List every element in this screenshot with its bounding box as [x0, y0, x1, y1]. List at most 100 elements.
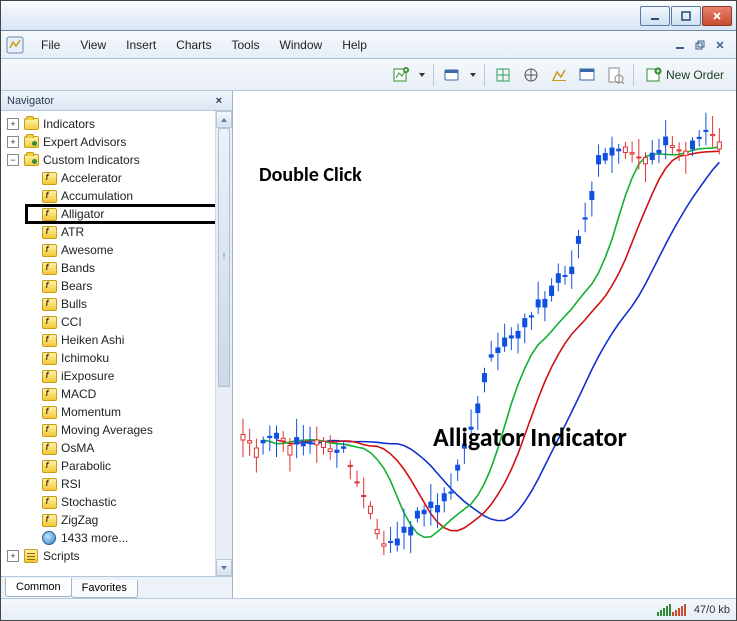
- tree-label: Expert Advisors: [43, 135, 126, 149]
- expand-icon[interactable]: +: [7, 136, 19, 148]
- tree-label: CCI: [61, 315, 82, 329]
- tree-node-indicator[interactable]: Momentum: [5, 403, 215, 421]
- window-maximize-button[interactable]: [671, 6, 701, 26]
- tree-label: Bands: [61, 261, 95, 275]
- indicator-icon: [41, 368, 57, 384]
- menu-file[interactable]: File: [31, 34, 70, 56]
- tree-node-indicator[interactable]: OsMA: [5, 439, 215, 457]
- indicator-icon: [41, 224, 57, 240]
- tree-node-indicator[interactable]: Ichimoku: [5, 349, 215, 367]
- tree-node-indicator[interactable]: CCI: [5, 313, 215, 331]
- menu-view[interactable]: View: [70, 34, 116, 56]
- tree-node-expert-advisors[interactable]: + Expert Advisors: [5, 133, 215, 151]
- tree-node-indicator[interactable]: Awesome: [5, 241, 215, 259]
- tree-node-indicator[interactable]: Accelerator: [5, 169, 215, 187]
- tree-label: Bulls: [61, 297, 87, 311]
- indicator-icon: [41, 242, 57, 258]
- tree-node-indicator[interactable]: iExposure: [5, 367, 215, 385]
- connection-meter-icon: [657, 604, 686, 616]
- expand-icon[interactable]: +: [7, 118, 19, 130]
- indicator-icon: [41, 206, 57, 222]
- tree-node-custom-indicators[interactable]: − Custom Indicators: [5, 151, 215, 169]
- indicator-icon: [41, 350, 57, 366]
- window-close-button[interactable]: [702, 6, 732, 26]
- indicator-icon: [41, 422, 57, 438]
- navigator-titlebar: Navigator ×: [1, 91, 232, 111]
- tab-favorites[interactable]: Favorites: [71, 580, 138, 598]
- scroll-track[interactable]: [216, 128, 232, 559]
- expand-icon[interactable]: +: [7, 550, 19, 562]
- tree-label: RSI: [61, 477, 81, 491]
- navigator-scrollbar[interactable]: [215, 111, 232, 576]
- menu-insert[interactable]: Insert: [116, 34, 166, 56]
- tree-label: Heiken Ashi: [61, 333, 124, 347]
- mdi-minimize-button[interactable]: [672, 37, 688, 53]
- menu-bar: File View Insert Charts Tools Window Hel…: [1, 31, 736, 59]
- tree-label: Ichimoku: [61, 351, 109, 365]
- market-watch-icon[interactable]: [491, 63, 515, 87]
- menu-window[interactable]: Window: [270, 34, 333, 56]
- scroll-down-button[interactable]: [216, 559, 232, 576]
- tree-node-indicator[interactable]: Bands: [5, 259, 215, 277]
- new-order-icon: [646, 67, 662, 83]
- annotation-alligator-indicator: Alligator Indicator: [433, 421, 627, 453]
- tree-node-scripts[interactable]: + Scripts: [5, 547, 215, 565]
- collapse-icon[interactable]: −: [7, 154, 19, 166]
- tree-node-indicator[interactable]: Heiken Ashi: [5, 331, 215, 349]
- tree-label: Accumulation: [61, 189, 133, 203]
- app-window: File View Insert Charts Tools Window Hel…: [0, 0, 737, 621]
- tree-label: ATR: [61, 225, 84, 239]
- new-chart-icon[interactable]: [389, 63, 413, 87]
- new-chart-dropdown[interactable]: [417, 71, 427, 79]
- window-minimize-button[interactable]: [640, 6, 670, 26]
- terminal-icon[interactable]: [575, 63, 599, 87]
- indicator-icon: [41, 278, 57, 294]
- chart-area[interactable]: Double Click Alligator Indicator: [233, 91, 736, 598]
- scroll-up-button[interactable]: [216, 111, 232, 128]
- toolbar-separator: [633, 64, 634, 86]
- tab-common[interactable]: Common: [5, 578, 72, 597]
- mdi-close-button[interactable]: [712, 37, 728, 53]
- tree-label: ZigZag: [61, 513, 98, 527]
- profiles-dropdown[interactable]: [468, 71, 478, 79]
- tree-node-indicator[interactable]: RSI: [5, 475, 215, 493]
- menu-tools[interactable]: Tools: [222, 34, 270, 56]
- tree-label: 1433 more...: [61, 531, 128, 545]
- tree-node-indicator[interactable]: Alligator: [5, 205, 215, 223]
- tree-label: Moving Averages: [61, 423, 153, 437]
- navigator-close-button[interactable]: ×: [212, 95, 226, 107]
- toolbar-separator: [433, 64, 434, 86]
- navigator-title-label: Navigator: [7, 95, 54, 107]
- navigator-icon[interactable]: [547, 63, 571, 87]
- profiles-icon[interactable]: [440, 63, 464, 87]
- tree-label: Indicators: [43, 117, 95, 131]
- menu-charts[interactable]: Charts: [166, 34, 221, 56]
- tree-node-more[interactable]: 1433 more...: [5, 529, 215, 547]
- navigator-panel: Navigator × + Indicators + Expert Adviso…: [1, 91, 233, 598]
- window-titlebar: [1, 1, 736, 31]
- data-window-icon[interactable]: [519, 63, 543, 87]
- tree-node-indicator[interactable]: Bears: [5, 277, 215, 295]
- tree-label: Alligator: [61, 207, 104, 221]
- tree-node-indicator[interactable]: ZigZag: [5, 511, 215, 529]
- strategy-tester-icon[interactable]: [603, 63, 627, 87]
- navigator-tree[interactable]: + Indicators + Expert Advisors − Custom …: [1, 111, 215, 576]
- menu-help[interactable]: Help: [332, 34, 377, 56]
- tree-label: Bears: [61, 279, 92, 293]
- tree-node-indicator[interactable]: Parabolic: [5, 457, 215, 475]
- tree-node-indicator[interactable]: Stochastic: [5, 493, 215, 511]
- tree-node-indicator[interactable]: Bulls: [5, 295, 215, 313]
- tree-node-indicator[interactable]: MACD: [5, 385, 215, 403]
- scroll-thumb[interactable]: [218, 128, 230, 387]
- indicator-icon: [41, 188, 57, 204]
- mdi-controls: [672, 37, 732, 53]
- indicator-icon: [41, 296, 57, 312]
- indicator-icon: [41, 494, 57, 510]
- scripts-icon: [23, 548, 39, 564]
- mdi-restore-button[interactable]: [692, 37, 708, 53]
- tree-node-indicators[interactable]: + Indicators: [5, 115, 215, 133]
- new-order-button[interactable]: New Order: [640, 63, 730, 87]
- tree-node-indicator[interactable]: ATR: [5, 223, 215, 241]
- tree-node-indicator[interactable]: Moving Averages: [5, 421, 215, 439]
- tree-node-indicator[interactable]: Accumulation: [5, 187, 215, 205]
